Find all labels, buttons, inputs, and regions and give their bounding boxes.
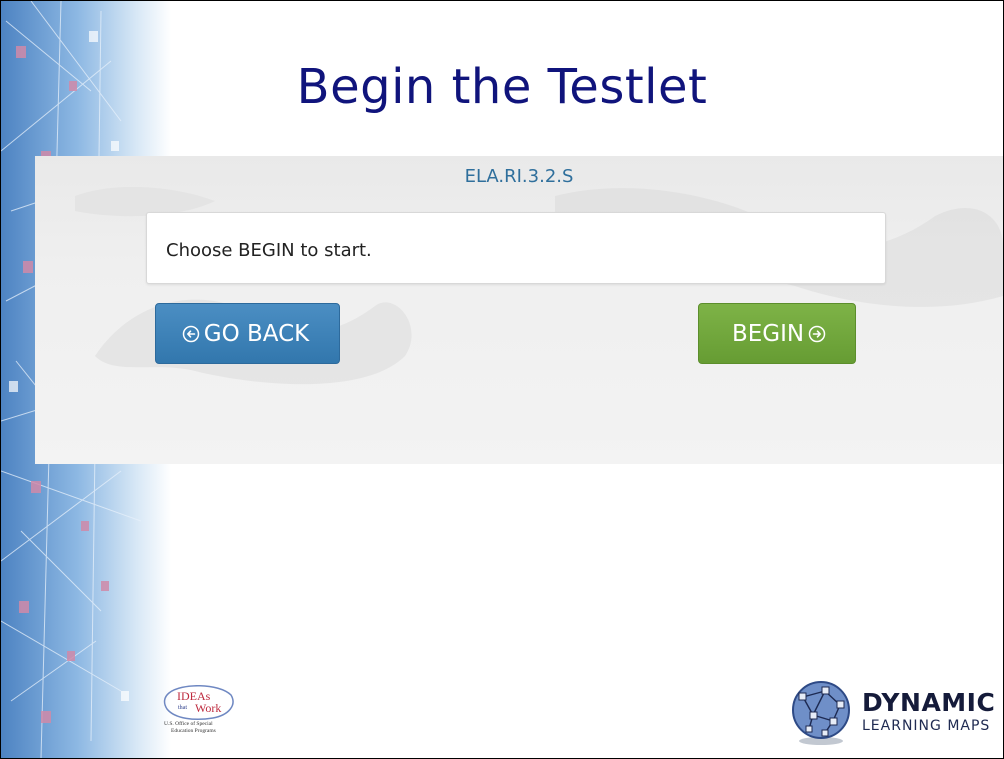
ideas-that-work-logo: IDEAs that Work U.S. Office of Special E… <box>163 685 234 734</box>
go-back-label: GO BACK <box>203 320 310 347</box>
testlet-panel: ELA.RI.3.2.S Choose BEGIN to start. GO B… <box>35 156 1003 464</box>
go-back-button[interactable]: GO BACK <box>155 303 340 364</box>
prompt-box: Choose BEGIN to start. <box>146 212 886 284</box>
prompt-text: Choose BEGIN to start. <box>166 240 372 261</box>
dlm-subtitle: LEARNING MAPS <box>862 718 991 734</box>
ideas-line3: Work <box>195 701 221 715</box>
ideas-caption1: U.S. Office of Special <box>164 720 213 727</box>
circle-arrow-right-icon <box>808 325 826 342</box>
dlm-wordmark: DYNAMIC <box>862 688 996 717</box>
circle-arrow-left-icon <box>182 325 199 342</box>
slide-title: Begin the Testlet <box>296 59 708 115</box>
begin-label: BEGIN <box>731 320 805 347</box>
testlet-code: ELA.RI.3.2.S <box>464 166 574 187</box>
slide-frame: Begin the Testlet ELA.RI.3.2.S Choose BE… <box>0 0 1004 759</box>
dynamic-learning-maps-logo: DYNAMIC LEARNING MAPS <box>785 677 997 749</box>
globe-network-icon <box>792 681 850 745</box>
ideas-caption2: Education Programs <box>171 728 216 734</box>
ideas-line2: that <box>178 705 187 711</box>
begin-button[interactable]: BEGIN <box>698 303 856 364</box>
